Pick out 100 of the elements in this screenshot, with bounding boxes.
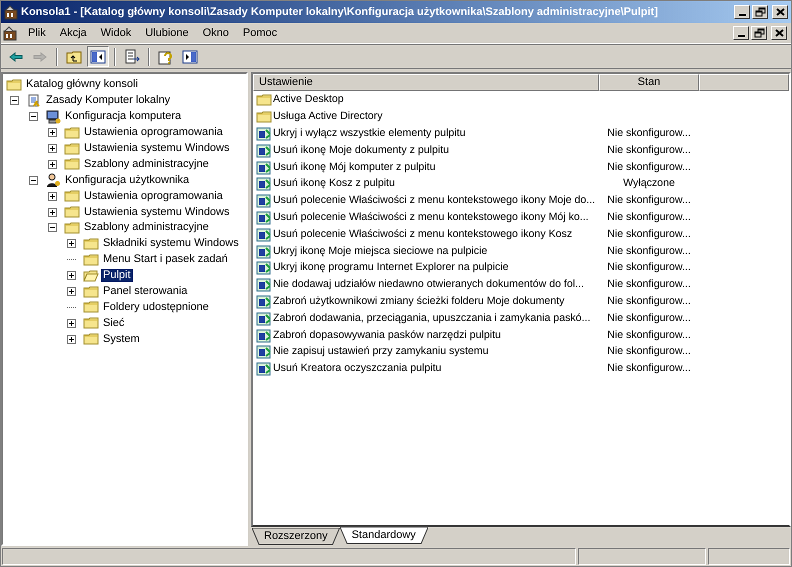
expand-icon[interactable]: [67, 287, 76, 296]
setting-name[interactable]: Zabroń dodawania, przeciągania, upuszczania i zamykania paskó...: [273, 310, 590, 327]
setting-name[interactable]: Usuń polecenie Właściwości z menu kontekstowego ikony Moje do...: [273, 193, 596, 210]
collapse-icon[interactable]: [29, 112, 38, 122]
tree-item[interactable]: Pulpit: [101, 269, 133, 282]
state-text: Nie skonfigurow...: [606, 210, 692, 226]
state-text: Nie skonfigurow...: [606, 310, 692, 326]
setting-name[interactable]: Usuń polecenie Właściwości z menu kontekstowego ikony Mój ko...: [273, 210, 589, 226]
policy-setting-icon: [256, 260, 272, 276]
menu-item[interactable]: Widok: [94, 24, 138, 42]
state-text: Nie skonfigurow...: [606, 328, 692, 343]
menu-item[interactable]: Akcja: [52, 24, 94, 42]
folder-icon: [64, 204, 80, 220]
expand-icon[interactable]: [48, 192, 57, 201]
collapse-icon[interactable]: [48, 223, 57, 232]
state-text: Nie skonfigurow...: [606, 277, 692, 292]
tree-item[interactable]: Ustawienia systemu Windows: [82, 142, 232, 155]
state-text: Nie skonfigurow...: [606, 294, 692, 310]
tree-item[interactable]: Panel sterowania: [101, 285, 190, 298]
menu-item[interactable]: Pomoc: [236, 24, 284, 42]
minimize-button[interactable]: [733, 26, 749, 40]
tree-item[interactable]: Ustawienia oprogramowania: [82, 190, 225, 203]
folder-icon: [256, 92, 272, 108]
close-icon: [774, 6, 786, 18]
tree-item[interactable]: Szablony administracyjne: [82, 158, 211, 171]
folder-name[interactable]: Usługa Active Directory: [273, 109, 383, 126]
expand-icon[interactable]: [48, 208, 57, 217]
collapse-icon[interactable]: [10, 96, 19, 106]
menu-item[interactable]: Ulubione: [138, 24, 196, 42]
expand-icon[interactable]: [67, 334, 76, 344]
tree-item[interactable]: Składniki systemu Windows: [101, 237, 241, 250]
tree-item[interactable]: Menu Start i pasek zadań: [101, 253, 230, 266]
folder-name[interactable]: Active Desktop: [273, 92, 344, 108]
tree-item[interactable]: Szablony administracyjne: [82, 221, 211, 234]
expand-icon[interactable]: [67, 271, 76, 280]
policy-setting-icon: [256, 126, 272, 142]
expand-icon[interactable]: [48, 144, 57, 153]
folder-icon: [64, 220, 80, 236]
tree-item[interactable]: Konfiguracja użytkownika: [63, 174, 192, 187]
view-tab[interactable]: Standardowy: [340, 527, 428, 544]
app-icon: [3, 26, 17, 40]
tree-item[interactable]: Ustawienia oprogramowania: [82, 126, 225, 140]
state-text: Nie skonfigurow...: [606, 193, 692, 208]
column-header[interactable]: Ustawienie: [253, 74, 599, 91]
menu-item[interactable]: Plik: [21, 24, 53, 42]
tree-item[interactable]: Foldery udostępnione: [101, 300, 211, 314]
close-button[interactable]: [771, 26, 787, 40]
minimize-icon: [738, 14, 746, 16]
menu-item[interactable]: Okno: [196, 24, 236, 42]
policy-setting-icon: [256, 176, 272, 192]
export-list-icon: [124, 48, 140, 64]
window-title: Konsola1 - [Katalog główny konsoli\Zasady Komputer lokalny\Konfiguracja użytkownika\Szablony administracyjne\Pulpit]: [21, 4, 659, 20]
setting-name[interactable]: Nie zapisuj ustawień przy zamykaniu systemu: [273, 344, 488, 360]
document-icon: [26, 92, 42, 109]
tree-item[interactable]: Konfiguracja komputera: [63, 110, 184, 124]
tree-item[interactable]: Sieć: [101, 316, 126, 330]
policy-setting-icon: [256, 244, 272, 260]
restore-button[interactable]: [752, 5, 768, 19]
setting-name[interactable]: Zabroń użytkownikowi zmiany ścieżki folderu Moje dokumenty: [273, 294, 564, 310]
tree-item[interactable]: System: [101, 332, 142, 346]
folder-icon: [256, 109, 272, 126]
collapse-icon[interactable]: [29, 176, 38, 185]
view-tab[interactable]: Rozszerzony: [252, 528, 340, 545]
setting-name[interactable]: Zabroń dopasowywania pasków narzędzi pulpitu: [273, 328, 501, 344]
expand-icon[interactable]: [48, 128, 57, 138]
setting-name[interactable]: Ukryj i wyłącz wszystkie elementy pulpitu: [273, 126, 466, 142]
column-header[interactable]: Stan: [599, 74, 699, 91]
close-button[interactable]: [772, 5, 788, 19]
setting-name[interactable]: Ukryj ikonę programu Internet Explorer na pulpicie: [273, 260, 509, 276]
folder-icon: [6, 76, 22, 93]
policy-setting-icon: [256, 310, 272, 327]
tree-item[interactable]: Katalog główny konsoli: [24, 78, 140, 92]
setting-name[interactable]: Usuń polecenie Właściwości z menu kontekstowego ikony Kosz: [273, 226, 572, 243]
folder-icon: [83, 236, 99, 252]
state-text: Wyłączone: [622, 176, 676, 192]
state-text: Nie skonfigurow...: [606, 361, 692, 376]
setting-name[interactable]: Nie dodawaj udziałów niedawno otwieranych dokumentów do fol...: [273, 277, 584, 294]
setting-name[interactable]: Usuń ikonę Moje dokumenty z pulpitu: [273, 142, 450, 159]
tree-item[interactable]: Zasady Komputer lokalny: [44, 94, 172, 108]
state-text: Nie skonfigurow...: [606, 244, 692, 259]
setting-name[interactable]: Usuń ikonę Mój komputer z pulpitu: [273, 160, 436, 176]
policy-setting-icon: [256, 344, 272, 360]
close-icon: [772, 27, 786, 39]
folder-icon: [83, 284, 99, 300]
user-icon: [45, 172, 61, 188]
computer-icon: [45, 108, 61, 125]
policy-setting-icon: [256, 210, 272, 226]
tree-pane-button[interactable]: [87, 46, 109, 67]
setting-name[interactable]: Ukryj ikonę Moje miejsca sieciowe na pulpicie: [273, 244, 488, 260]
minimize-button[interactable]: [734, 5, 750, 19]
tree-item[interactable]: Ustawienia systemu Windows: [82, 206, 232, 219]
expand-icon[interactable]: [67, 239, 76, 248]
folder-up-icon: [66, 48, 82, 64]
expand-icon[interactable]: [67, 318, 76, 328]
folder-icon: [64, 140, 80, 157]
restore-button[interactable]: [751, 26, 767, 40]
setting-name[interactable]: Usuń ikonę Kosz z pulpitu: [273, 176, 395, 192]
policy-setting-icon: [256, 328, 272, 344]
setting-name[interactable]: Usuń Kreatora oczyszczania pulpitu: [273, 361, 442, 378]
expand-icon[interactable]: [48, 160, 57, 169]
